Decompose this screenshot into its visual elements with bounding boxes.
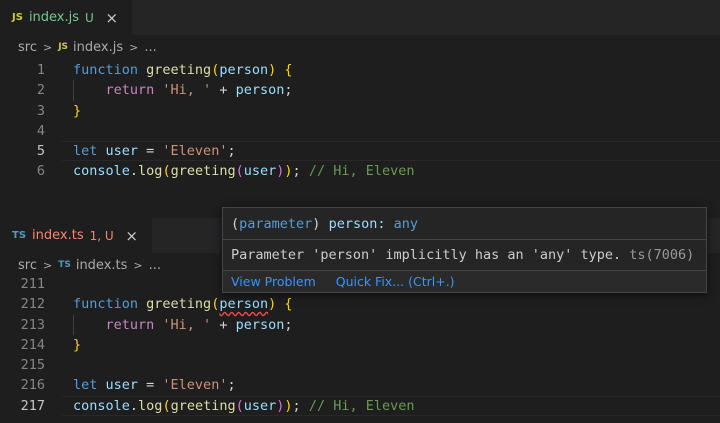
hover-message: Parameter 'person' implicitly has an 'an…	[231, 247, 695, 263]
breadcrumb-more[interactable]: ...	[149, 258, 161, 273]
ts-file-icon: TS	[58, 260, 71, 270]
breadcrumb-file[interactable]: index.js	[73, 40, 123, 55]
code-line[interactable]: 6 console.log(greeting(user)); // Hi, Ele…	[0, 161, 720, 181]
line-number: 215	[20, 357, 45, 374]
ts-file-icon: TS	[12, 230, 27, 241]
breadcrumb-folder[interactable]: src	[18, 258, 37, 273]
tab-filename: index.ts	[32, 228, 84, 243]
tab-filename: index.js	[28, 10, 80, 25]
line-code: console.log(greeting(user)); // Hi, Elev…	[73, 397, 415, 414]
quick-fix-link[interactable]: Quick Fix... (Ctrl+.)	[336, 274, 455, 289]
code-line[interactable]: 5 let user = 'Eleven';	[0, 141, 720, 162]
line-number: 217	[20, 397, 45, 414]
line-code: return 'Hi, ' + person;	[105, 316, 293, 333]
line-number: 2	[36, 82, 45, 99]
code-line[interactable]: 216 let user = 'Eleven';	[0, 375, 720, 395]
line-number: 6	[36, 163, 45, 180]
code-line[interactable]: 3}	[0, 101, 720, 121]
line-code: console.log(greeting(user)); // Hi, Elev…	[73, 163, 415, 180]
line-number: 213	[20, 316, 45, 333]
line-number: 211	[20, 276, 45, 292]
code-line[interactable]: 213 return 'Hi, ' + person;	[0, 314, 720, 335]
line-code: function greeting(person) {	[73, 62, 293, 78]
hover-signature: (parameter) person: any	[223, 208, 706, 240]
breadcrumb-file[interactable]: index.ts	[76, 258, 128, 273]
line-code: function greeting(person) {	[73, 296, 293, 313]
chevron-right-icon: >	[42, 258, 53, 272]
line-code: let user = 'Eleven';	[73, 377, 236, 394]
tab-bar-js: JS index.js U ×	[0, 0, 720, 35]
line-code: }	[73, 102, 82, 119]
line-code: }	[73, 336, 82, 353]
tab-status: 1, U	[89, 228, 114, 243]
code-editor-js[interactable]: 1 function greeting(person) { 2 return 'Hi…	[0, 60, 720, 182]
close-icon[interactable]: ×	[124, 227, 140, 245]
code-line[interactable]: 215	[0, 355, 720, 375]
code-line[interactable]: 217 console.log(greeting(user)); // Hi, E…	[0, 395, 720, 417]
code-line[interactable]: 212 function greeting(person) {	[0, 294, 720, 314]
line-number: 3	[36, 102, 45, 119]
tab-index-js[interactable]: JS index.js U ×	[0, 0, 132, 35]
code-line[interactable]: 2 return 'Hi, ' + person;	[0, 80, 720, 101]
breadcrumb-folder[interactable]: src	[18, 40, 37, 55]
line-number: 216	[20, 377, 45, 394]
code-line[interactable]: 4	[0, 121, 720, 141]
close-icon[interactable]: ×	[104, 9, 120, 27]
hover-actions: View Problem Quick Fix... (Ctrl+.)	[223, 270, 706, 292]
line-number: 214	[20, 336, 45, 353]
line-number: 212	[20, 296, 45, 313]
breadcrumb: src > JS index.js > ...	[0, 36, 720, 58]
view-problem-link[interactable]: View Problem	[231, 274, 316, 289]
line-number: 4	[36, 122, 45, 139]
breadcrumb-more[interactable]: ...	[144, 40, 156, 55]
code-line[interactable]: 214}	[0, 335, 720, 355]
tab-index-ts[interactable]: TS index.ts 1, U ×	[0, 218, 152, 253]
code-editor-ts[interactable]: 211 212 function greeting(person) {213 ret…	[0, 274, 720, 417]
error-code: ts(7006)	[621, 247, 695, 263]
line-code: let user = 'Eleven';	[73, 143, 236, 160]
hover-tooltip: (parameter) person: any Parameter 'perso…	[222, 207, 707, 293]
chevron-right-icon: >	[129, 40, 139, 54]
line-number: 1	[36, 62, 45, 78]
tab-status: U	[85, 10, 94, 25]
js-file-icon: JS	[58, 42, 69, 52]
line-number: 5	[36, 143, 45, 160]
chevron-right-icon: >	[42, 40, 53, 54]
code-line[interactable]: 1 function greeting(person) {	[0, 60, 720, 80]
js-file-icon: JS	[12, 12, 23, 23]
line-code: return 'Hi, ' + person;	[105, 82, 293, 99]
chevron-right-icon: >	[133, 258, 143, 272]
